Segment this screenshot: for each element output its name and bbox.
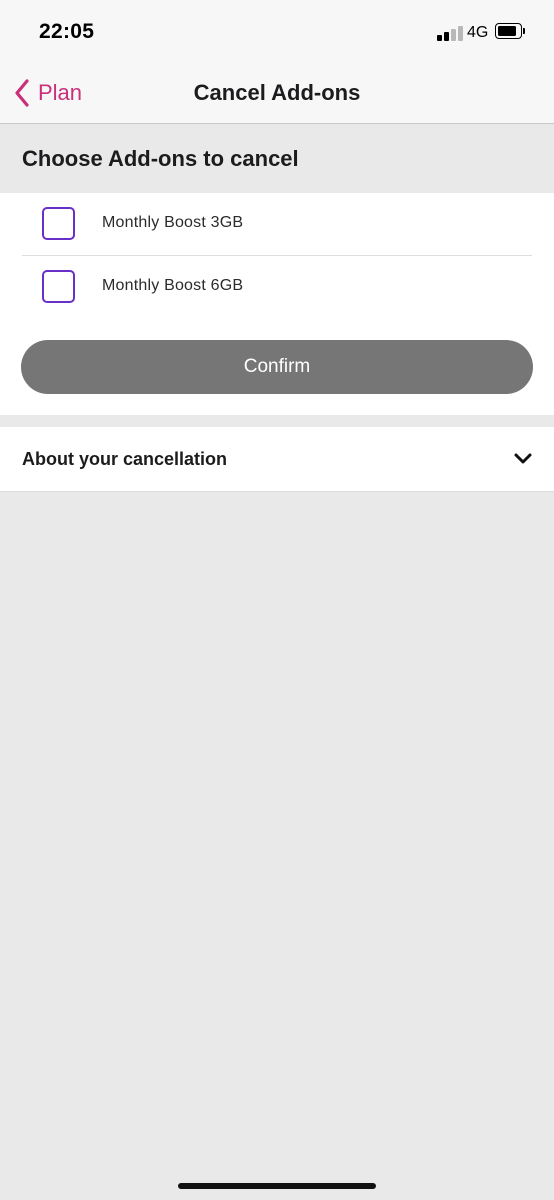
signal-bar — [444, 32, 449, 41]
cancellation-info-accordion[interactable]: About your cancellation — [0, 427, 554, 492]
addon-checkbox-6gb[interactable] — [42, 270, 75, 303]
signal-icon — [437, 26, 463, 41]
signal-bar — [458, 26, 463, 41]
chevron-down-icon — [514, 453, 532, 464]
page-title: Cancel Add-ons — [193, 80, 361, 105]
addon-checkbox-3gb[interactable] — [42, 207, 75, 240]
section-header: Choose Add-ons to cancel — [0, 124, 554, 193]
nav-bar: Cancel Add-ons Plan — [0, 66, 554, 124]
addons-card: Monthly Boost 3GB Monthly Boost 6GB Conf… — [0, 193, 554, 415]
battery-icon — [495, 23, 526, 41]
signal-bar — [437, 35, 442, 41]
addon-label-6gb: Monthly Boost 6GB — [102, 277, 244, 294]
back-button[interactable]: Plan — [14, 78, 82, 108]
addon-option-3gb[interactable]: Monthly Boost 3GB — [0, 193, 554, 255]
network-label: 4G — [467, 24, 489, 41]
status-time: 22:05 — [39, 20, 95, 43]
back-label: Plan — [38, 80, 83, 105]
confirm-button[interactable]: Confirm — [21, 340, 533, 394]
chevron-left-icon — [15, 79, 29, 107]
section-title: Choose Add-ons to cancel — [22, 146, 299, 171]
accordion-title: About your cancellation — [22, 449, 228, 469]
status-bar: 22:05 4G — [0, 0, 554, 66]
signal-bar — [451, 29, 456, 41]
addon-option-6gb[interactable]: Monthly Boost 6GB — [0, 256, 554, 318]
home-indicator[interactable] — [178, 1183, 376, 1189]
addon-label-3gb: Monthly Boost 3GB — [102, 214, 244, 231]
